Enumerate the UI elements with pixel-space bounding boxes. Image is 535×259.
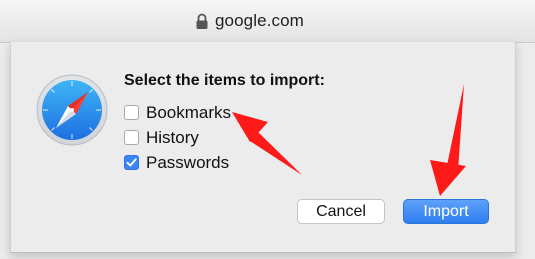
passwords-checkbox[interactable] bbox=[124, 155, 139, 170]
cancel-button[interactable]: Cancel bbox=[297, 199, 385, 224]
option-label: Passwords bbox=[146, 152, 230, 172]
import-options-list: Bookmarks History Passwords bbox=[124, 100, 231, 175]
option-bookmarks[interactable]: Bookmarks bbox=[124, 100, 231, 125]
option-history[interactable]: History bbox=[124, 125, 231, 150]
url-field[interactable]: google.com bbox=[195, 8, 304, 34]
address-bar: google.com bbox=[0, 0, 535, 43]
bookmarks-checkbox[interactable] bbox=[124, 105, 139, 120]
checkmark-icon bbox=[126, 158, 137, 167]
screenshot-stage: google.com Select the items to import: B… bbox=[0, 0, 535, 259]
dialog-prompt: Select the items to import: bbox=[124, 72, 325, 89]
option-label: Bookmarks bbox=[146, 102, 232, 122]
safari-compass-icon bbox=[36, 74, 108, 146]
option-passwords[interactable]: Passwords bbox=[124, 150, 231, 175]
import-dialog: Select the items to import: Bookmarks Hi… bbox=[10, 42, 516, 253]
history-checkbox[interactable] bbox=[124, 130, 139, 145]
url-text: google.com bbox=[215, 11, 304, 30]
option-label: History bbox=[146, 127, 199, 147]
lock-icon bbox=[196, 13, 208, 29]
import-button[interactable]: Import bbox=[403, 199, 489, 224]
